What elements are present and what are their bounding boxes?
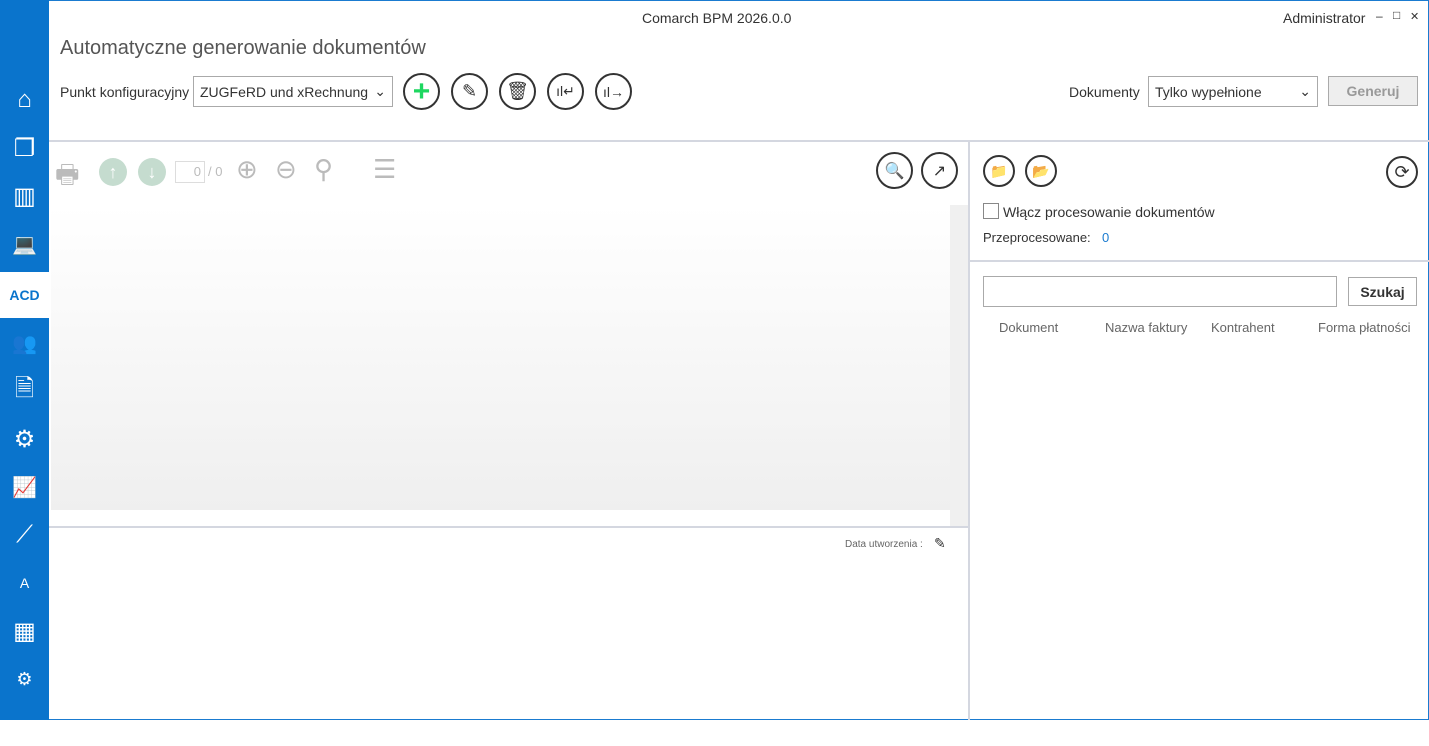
column-header-invoice-name[interactable]: Nazwa faktury: [1105, 320, 1187, 335]
preview-document-icon[interactable]: 🔍: [876, 152, 913, 189]
page-total: / 0: [208, 164, 223, 179]
acd-icon[interactable]: ACD: [0, 272, 49, 318]
scrollbar[interactable]: [950, 205, 968, 527]
config-label: Punkt konfiguracyjny: [60, 84, 190, 100]
column-header-payment-form[interactable]: Forma płatności: [1318, 320, 1410, 335]
search-input[interactable]: [983, 276, 1337, 307]
enable-processing-checkbox[interactable]: [983, 203, 999, 219]
folder-open-icon[interactable]: 📂: [1025, 155, 1057, 187]
print-icon[interactable]: 🖶: [55, 156, 80, 200]
export-document-icon[interactable]: ↗: [921, 152, 958, 189]
home-icon[interactable]: ⌂: [0, 77, 49, 123]
more-icon[interactable]: ▬: [0, 700, 49, 746]
page-input[interactable]: 0: [175, 161, 205, 183]
divider: [49, 526, 969, 528]
reports-icon[interactable]: 📈: [0, 464, 49, 510]
documents-label: Dokumenty: [1069, 84, 1140, 100]
document-preview-area: [51, 205, 950, 510]
zoom-icon[interactable]: ⚲: [314, 154, 333, 185]
documents-icon[interactable]: ❐: [0, 125, 49, 171]
created-label: Data utworzenia :: [845, 539, 923, 550]
sidebar: ⌂ ❐ ▥ 💻 ACD 👥 🗎 ⚙ 📈 ⟋ A ▦ ⚙ ▬: [0, 0, 49, 731]
processed-value: 0: [1102, 230, 1110, 245]
zoom-in-icon[interactable]: ⊕: [236, 154, 258, 185]
users-icon[interactable]: 👥: [0, 320, 49, 366]
edit-date-icon[interactable]: ✎: [934, 535, 946, 552]
search-button[interactable]: Szukaj: [1348, 277, 1417, 306]
enable-processing-label: Włącz procesowanie dokumentów: [1003, 204, 1215, 220]
add-icon[interactable]: +: [403, 73, 440, 110]
documents-value: Tylko wypełnione: [1155, 83, 1262, 100]
import-icon[interactable]: ıl↵: [547, 73, 584, 110]
wizard-icon[interactable]: ⟋: [0, 512, 49, 558]
column-header-contractor[interactable]: Kontrahent: [1211, 320, 1275, 335]
refresh-icon[interactable]: ⟳: [1386, 156, 1418, 188]
binders-icon[interactable]: ▥: [0, 173, 49, 219]
divider: [970, 260, 1429, 262]
maximize-button[interactable]: □: [1393, 8, 1400, 22]
delete-icon[interactable]: 🗑: [499, 73, 536, 110]
page-title: Automatyczne generowanie dokumentów: [60, 37, 426, 59]
calendar-icon[interactable]: ▦: [0, 608, 49, 654]
edit-icon[interactable]: ✎: [451, 73, 488, 110]
export-icon[interactable]: ıl→: [595, 73, 632, 110]
document-sync-icon[interactable]: 🗎: [0, 368, 49, 414]
page-layout-icon[interactable]: ☰: [373, 154, 396, 185]
config-select[interactable]: ZUGFeRD und xRechnung ⌄: [193, 76, 393, 107]
window-title: Comarch BPM 2026.0.0: [642, 10, 792, 26]
next-page-icon[interactable]: ↓: [138, 158, 166, 186]
minimize-button[interactable]: –: [1376, 9, 1383, 23]
divider: [968, 140, 970, 720]
close-button[interactable]: ✕: [1410, 10, 1419, 23]
divider: [49, 140, 1429, 142]
folder-settings-icon[interactable]: 📁: [983, 155, 1015, 187]
chevron-down-icon: ⌄: [374, 83, 386, 99]
settings-icon[interactable]: ⚙: [0, 416, 49, 462]
user-name[interactable]: Administrator: [1283, 10, 1365, 26]
chevron-down-icon: ⌄: [1299, 83, 1311, 99]
column-header-document[interactable]: Dokument: [999, 320, 1058, 335]
config-value: ZUGFeRD und xRechnung: [200, 83, 369, 100]
zoom-out-icon[interactable]: ⊖: [275, 154, 297, 185]
user-settings-icon[interactable]: ⚙: [0, 656, 49, 702]
workstation-icon[interactable]: 💻: [0, 221, 49, 267]
generate-button[interactable]: Generuj: [1328, 76, 1418, 106]
template-icon[interactable]: A: [0, 560, 49, 606]
documents-select[interactable]: Tylko wypełnione ⌄: [1148, 76, 1318, 107]
processed-label: Przeprocesowane:: [983, 230, 1091, 245]
previous-page-icon[interactable]: ↑: [99, 158, 127, 186]
